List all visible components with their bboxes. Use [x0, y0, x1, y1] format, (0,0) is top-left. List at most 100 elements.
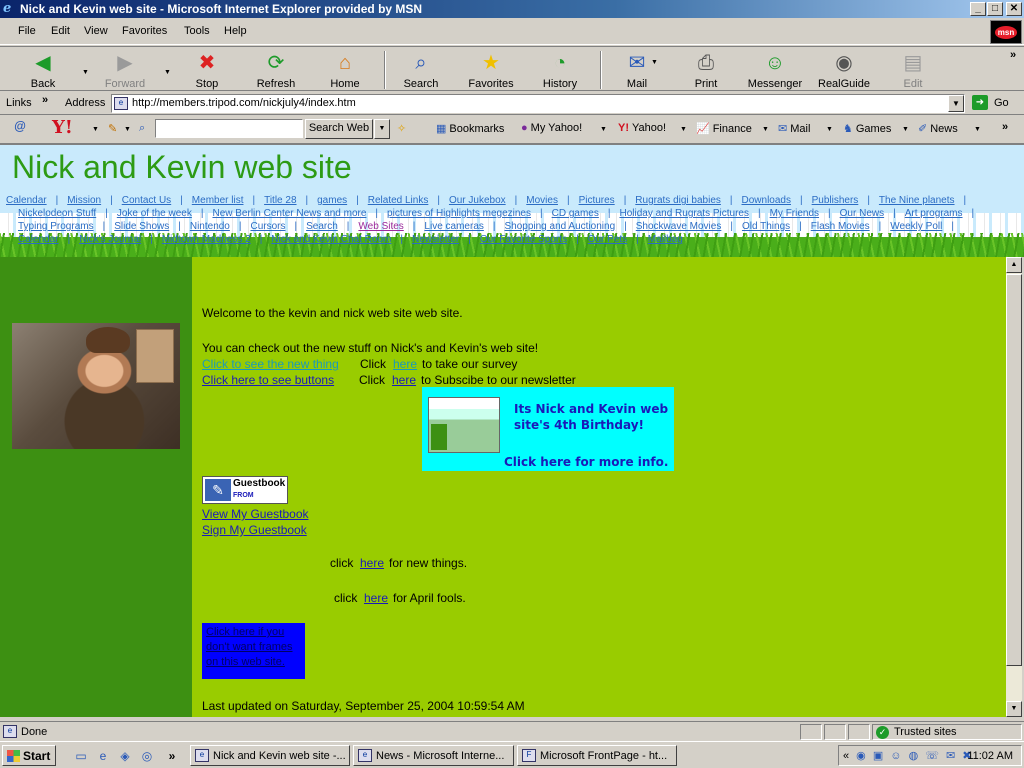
nav-link[interactable]: CD games — [552, 208, 599, 219]
task-button[interactable]: F Microsoft FrontPage - ht... — [517, 745, 677, 766]
search-web-button[interactable]: Search Web — [305, 119, 373, 139]
nav-link[interactable]: Nintendo — [190, 221, 230, 232]
forward-button[interactable]: ▶ Forward — [94, 49, 156, 91]
nav-link[interactable]: Holiday and Rugrats Pictures — [619, 208, 749, 219]
view-guestbook-link[interactable]: View My Guestbook — [202, 507, 309, 521]
new-things-here-link[interactable]: here — [360, 556, 384, 570]
nav-link[interactable]: Typing Programs — [18, 221, 94, 232]
nav-link[interactable]: Shockwave Movies — [636, 221, 722, 232]
no-frames-link[interactable]: Click here if you don't want frames on t… — [202, 623, 305, 679]
ie-quicklaunch-icon[interactable]: e — [95, 749, 111, 763]
nav-link[interactable]: Our Pets — [588, 234, 627, 245]
stop-button[interactable]: ✖ Stop — [176, 49, 238, 91]
scroll-thumb[interactable] — [1006, 274, 1022, 666]
nav-link[interactable]: Flash Movies — [811, 221, 870, 232]
favorites-button[interactable]: ★ Favorites — [460, 49, 522, 91]
mail-yahoo-button[interactable]: ✉ Mail — [778, 122, 810, 135]
nav-link[interactable]: Downloads — [742, 195, 791, 206]
april-fools-here-link[interactable]: here — [364, 591, 388, 605]
new-thing-link[interactable]: Click to see the new thing — [202, 357, 339, 371]
address-dropdown-icon[interactable]: ▼ — [948, 95, 964, 112]
finance-dropdown-icon[interactable]: ▼ — [762, 126, 769, 133]
address-input[interactable]: e http://members.tripod.com/nickjuly4/in… — [111, 94, 965, 113]
yahoo-search-input[interactable] — [155, 119, 303, 138]
nav-link[interactable]: Our Favorite Sports — [480, 234, 567, 245]
news-dropdown-icon[interactable]: ▼ — [974, 126, 981, 133]
tray-icons[interactable]: « ◉ ▣ ☺ ◍ ☏ ✉ ✖ — [843, 749, 974, 762]
menu-view[interactable]: View — [84, 25, 108, 37]
mail-dropdown-icon[interactable]: ▼ — [651, 59, 658, 66]
menu-tools[interactable]: Tools — [184, 25, 210, 37]
newsletter-here-link[interactable]: here — [392, 373, 416, 387]
games-dropdown-icon[interactable]: ▼ — [902, 126, 909, 133]
nav-link[interactable]: Search — [306, 221, 338, 232]
title-bar[interactable]: e Nick and Kevin web site - Microsoft In… — [0, 0, 1024, 18]
outlook-quicklaunch-icon[interactable]: ◎ — [139, 749, 155, 763]
nav-link[interactable]: Mission — [67, 195, 101, 206]
nav-link[interactable]: Movies — [526, 195, 558, 206]
nav-link[interactable]: Mailbag — [648, 234, 683, 245]
nav-link[interactable]: games — [317, 195, 347, 206]
news-button[interactable]: ✐ News — [918, 122, 958, 135]
nav-link[interactable]: Old Things — [742, 221, 790, 232]
sign-guestbook-link[interactable]: Sign My Guestbook — [202, 523, 307, 537]
nav-link[interactable]: Newsletter — [412, 234, 459, 245]
nav-link[interactable]: The Nine planets — [879, 195, 955, 206]
realguide-button[interactable]: ◉ RealGuide — [813, 49, 875, 91]
history-button[interactable]: ◔ History — [529, 49, 591, 91]
toolbar-logo-icon[interactable]: @ — [14, 119, 26, 133]
back-dropdown-icon[interactable]: ▼ — [82, 69, 89, 76]
nav-link[interactable]: Our Jukebox — [449, 195, 506, 206]
nav-link[interactable]: New Berlin Center News and more — [212, 208, 366, 219]
mail-yahoo-dropdown-icon[interactable]: ▼ — [826, 126, 833, 133]
nav-link[interactable]: Our News — [840, 208, 884, 219]
nav-link[interactable]: Contact Us — [122, 195, 171, 206]
toolbar-overflow-chevron-icon[interactable]: » — [1010, 49, 1016, 61]
birthday-more-info-link[interactable]: Click here for more info. — [504, 455, 668, 469]
nav-link[interactable]: Rugrats digi babies — [635, 195, 721, 206]
nav-link[interactable]: Art programs — [905, 208, 963, 219]
nav-link[interactable]: Cursors — [250, 221, 285, 232]
nav-link[interactable]: Joke of the week — [117, 208, 192, 219]
nav-link[interactable]: Nick and Kevin Chat Room — [271, 234, 391, 245]
nav-link[interactable]: Nickelodeon Stuff — [18, 208, 96, 219]
home-button[interactable]: ⌂ Home — [314, 49, 376, 91]
edit-button[interactable]: ▤ Edit — [882, 49, 944, 91]
nav-link[interactable]: Midtown Madness 2 — [162, 234, 251, 245]
nav-link[interactable]: Title 28 — [264, 195, 296, 206]
refresh-button[interactable]: ⟳ Refresh — [245, 49, 307, 91]
buttons-link[interactable]: Click here to see buttons — [202, 373, 334, 387]
links-chevron-icon[interactable]: » — [42, 94, 48, 106]
nav-link[interactable]: pictures of Highlights megezines — [387, 208, 531, 219]
games-button[interactable]: ♞ Games — [843, 122, 891, 135]
nav-link[interactable]: Nick's Journal — [79, 234, 141, 245]
vertical-scrollbar[interactable]: ▲ ▼ — [1006, 257, 1022, 717]
pencil-dropdown-icon[interactable]: ▼ — [124, 126, 131, 133]
nav-link[interactable]: Pictures — [579, 195, 615, 206]
search-button[interactable]: ⌕ Search — [390, 49, 452, 91]
guestbook-badge[interactable]: ✎ Guestbook FROM — [202, 476, 288, 504]
nav-link[interactable]: Live cameras — [424, 221, 483, 232]
nav-link[interactable]: Calendar — [18, 234, 59, 245]
scroll-down-arrow-icon[interactable]: ▼ — [1006, 701, 1022, 717]
clock[interactable]: 11:02 AM — [967, 750, 1013, 762]
yahoo-logo[interactable]: Y! — [52, 117, 73, 138]
go-button[interactable]: ➜ Go — [972, 95, 1020, 113]
quicklaunch-chevron-icon[interactable]: » — [164, 749, 180, 763]
show-desktop-icon[interactable]: ▭ — [73, 749, 89, 763]
close-button[interactable]: ✕ — [1006, 2, 1022, 16]
explorer-quicklaunch-icon[interactable]: ◈ — [117, 749, 133, 763]
messenger-button[interactable]: ☺ Messenger — [744, 49, 806, 91]
menu-favorites[interactable]: Favorites — [122, 25, 167, 37]
nav-link[interactable]: Member list — [192, 195, 244, 206]
nav-link[interactable]: Weekly Poll — [890, 221, 942, 232]
back-button[interactable]: ◀ Back — [12, 49, 74, 91]
maximize-button[interactable]: □ — [987, 2, 1003, 16]
search-web-dropdown-icon[interactable]: ▼ — [374, 119, 390, 139]
forward-dropdown-icon[interactable]: ▼ — [164, 69, 171, 76]
nav-link[interactable]: Shopping and Auctioning — [504, 221, 615, 232]
my-yahoo-button[interactable]: ● My Yahoo! — [521, 122, 582, 134]
yahoo-button[interactable]: Y! Yahoo! — [618, 122, 666, 134]
birthday-banner[interactable]: Its Nick and Kevin web site's 4th Birthd… — [422, 387, 674, 471]
address-url[interactable]: http://members.tripod.com/nickjuly4/inde… — [132, 97, 356, 109]
